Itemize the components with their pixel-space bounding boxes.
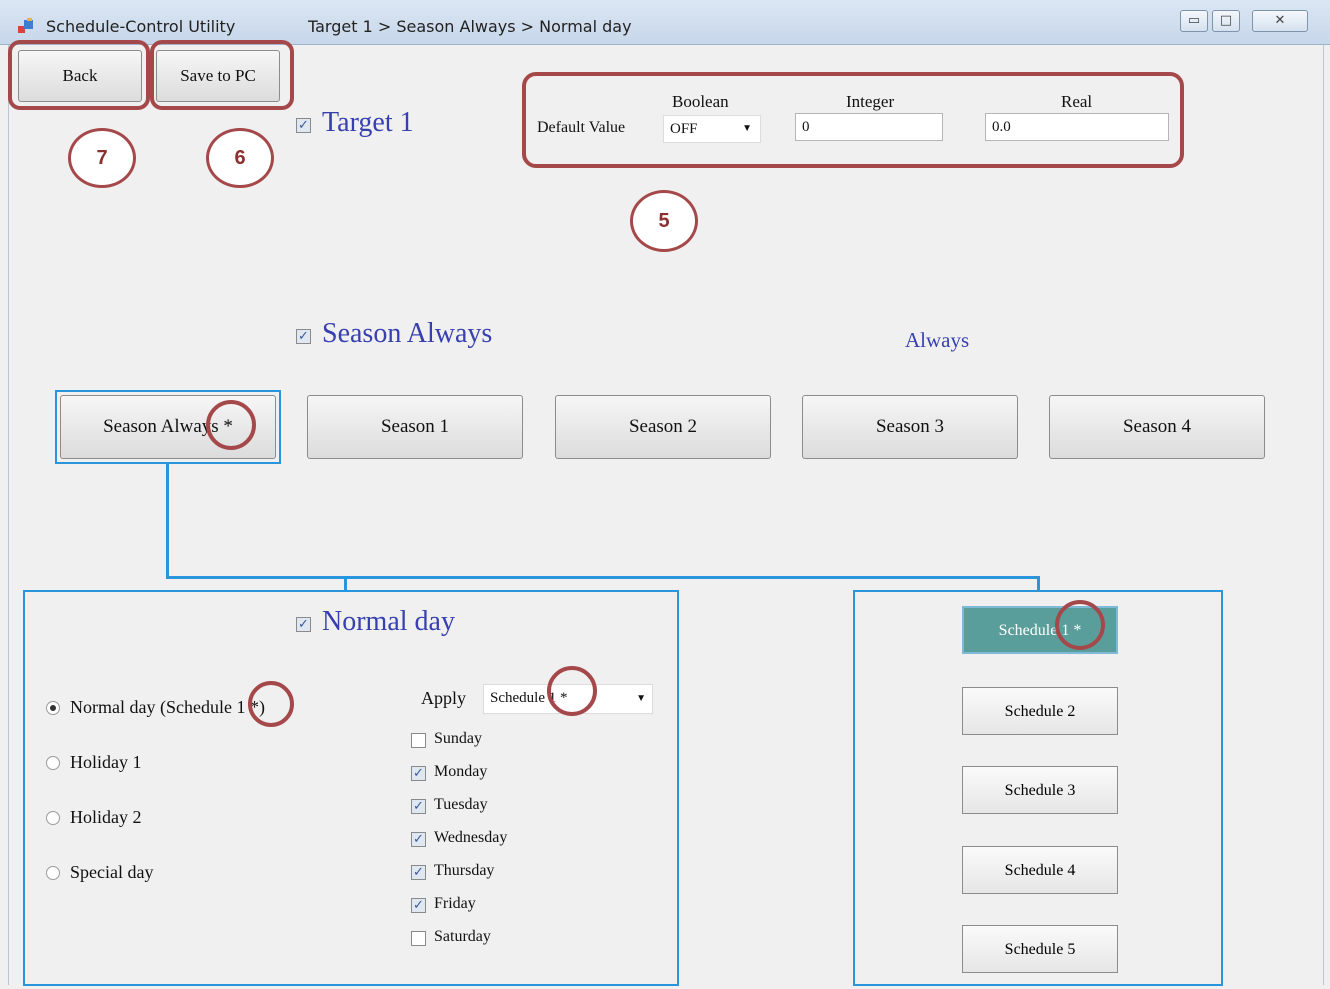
checkbox-sunday[interactable] bbox=[411, 733, 426, 748]
schedule-4-button[interactable]: Schedule 4 bbox=[962, 846, 1118, 894]
close-button[interactable]: ✕ bbox=[1252, 10, 1308, 32]
weekday-label: Saturday bbox=[434, 928, 491, 945]
weekday-label: Wednesday bbox=[434, 829, 508, 846]
radio-holiday-1[interactable] bbox=[46, 756, 60, 770]
callout-ring-normal-day bbox=[248, 681, 294, 727]
callout-7: 7 bbox=[68, 128, 136, 188]
season-checkbox[interactable]: ✓ bbox=[296, 329, 311, 344]
schedule-2-button[interactable]: Schedule 2 bbox=[962, 687, 1118, 735]
target-checkbox[interactable]: ✓ bbox=[296, 118, 311, 133]
real-field[interactable]: 0.0 bbox=[985, 113, 1169, 141]
callout-5: 5 bbox=[630, 190, 698, 252]
callout-ring-season bbox=[206, 400, 256, 450]
radio-label: Special day bbox=[70, 862, 154, 882]
breadcrumb: Target 1 > Season Always > Normal day bbox=[308, 17, 632, 36]
radio-special-day[interactable] bbox=[46, 866, 60, 880]
radio-label: Normal day (Schedule 1 *) bbox=[70, 697, 265, 717]
radio-normal-day[interactable] bbox=[46, 701, 60, 715]
radio-label: Holiday 1 bbox=[70, 752, 142, 772]
season-1-button[interactable]: Season 1 bbox=[307, 395, 523, 459]
minimize-icon: ▭ bbox=[1187, 13, 1201, 28]
connector-line bbox=[166, 576, 1040, 579]
default-value-label: Default Value bbox=[537, 119, 626, 136]
weekday-label: Sunday bbox=[434, 730, 482, 747]
real-header: Real bbox=[1061, 92, 1093, 111]
season-4-button[interactable]: Season 4 bbox=[1049, 395, 1265, 459]
weekday-label: Friday bbox=[434, 895, 476, 912]
callout-6: 6 bbox=[206, 128, 274, 188]
season-label: Season Always bbox=[322, 318, 493, 349]
day-label: Normal day bbox=[322, 606, 455, 637]
weekday-label: Tuesday bbox=[434, 796, 488, 813]
target-label: Target 1 bbox=[322, 107, 414, 138]
real-value: 0.0 bbox=[992, 119, 1011, 135]
integer-field[interactable]: 0 bbox=[795, 113, 943, 141]
checkbox-thursday[interactable]: ✓ bbox=[411, 865, 426, 880]
boolean-header: Boolean bbox=[672, 92, 729, 111]
season-3-button[interactable]: Season 3 bbox=[802, 395, 1018, 459]
integer-value: 0 bbox=[802, 119, 810, 135]
close-icon: ✕ bbox=[1274, 13, 1286, 28]
checkbox-monday[interactable]: ✓ bbox=[411, 766, 426, 781]
schedule-3-button[interactable]: Schedule 3 bbox=[962, 766, 1118, 814]
boolean-value: OFF bbox=[670, 121, 698, 137]
radio-label: Holiday 2 bbox=[70, 807, 142, 827]
boolean-select[interactable]: OFF ▼ bbox=[663, 115, 761, 143]
day-panel bbox=[23, 590, 679, 986]
callout-box-back bbox=[8, 40, 150, 110]
integer-header: Integer bbox=[846, 92, 895, 111]
title-bar: Schedule-Control Utility Target 1 > Seas… bbox=[0, 0, 1330, 45]
radio-holiday-2[interactable] bbox=[46, 811, 60, 825]
connector-line bbox=[166, 462, 169, 578]
apply-label: Apply bbox=[421, 688, 466, 708]
callout-ring-schedule bbox=[1055, 600, 1105, 650]
checkbox-friday[interactable]: ✓ bbox=[411, 898, 426, 913]
checkbox-saturday[interactable] bbox=[411, 931, 426, 946]
schedule-5-button[interactable]: Schedule 5 bbox=[962, 925, 1118, 973]
window-title: Schedule-Control Utility bbox=[46, 17, 236, 36]
weekday-label: Thursday bbox=[434, 862, 495, 879]
callout-ring-apply bbox=[547, 666, 597, 716]
checkbox-tuesday[interactable]: ✓ bbox=[411, 799, 426, 814]
minimize-button[interactable]: ▭ bbox=[1180, 10, 1208, 32]
weekday-label: Monday bbox=[434, 763, 488, 780]
season-period: Always bbox=[905, 328, 970, 352]
day-checkbox[interactable]: ✓ bbox=[296, 617, 311, 632]
chevron-down-icon: ▼ bbox=[742, 123, 752, 134]
app-icon bbox=[18, 18, 34, 34]
maximize-icon: □ bbox=[1219, 13, 1233, 28]
checkbox-wednesday[interactable]: ✓ bbox=[411, 832, 426, 847]
maximize-button[interactable]: □ bbox=[1212, 10, 1240, 32]
callout-box-save bbox=[150, 40, 294, 110]
chevron-down-icon: ▼ bbox=[636, 693, 646, 704]
season-2-button[interactable]: Season 2 bbox=[555, 395, 771, 459]
